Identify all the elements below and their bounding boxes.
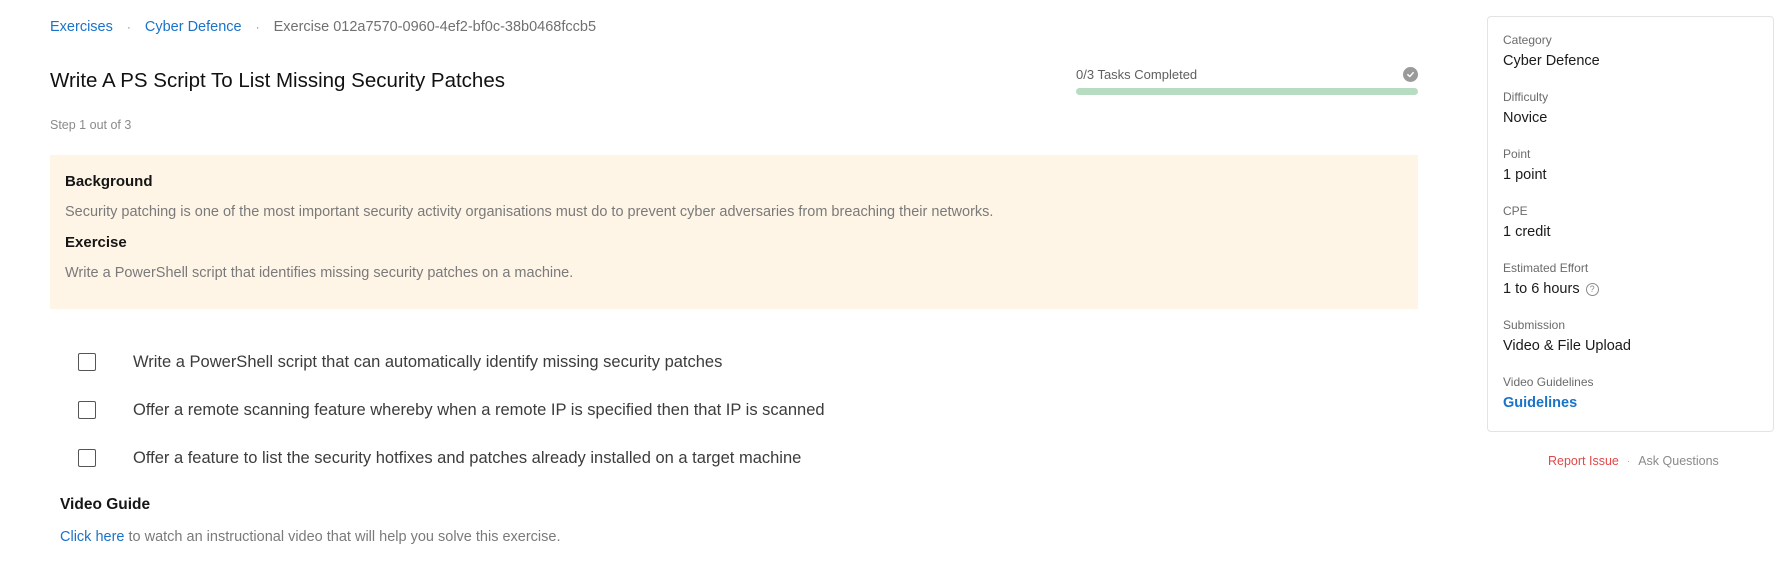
breadcrumb-category-link[interactable]: Cyber Defence: [145, 19, 242, 35]
meta-point: Point 1 point: [1503, 147, 1758, 204]
meta-label: Category: [1503, 33, 1552, 47]
step-label: Step 1 out of 3: [50, 118, 132, 132]
meta-video-guidelines: Video Guidelines Guidelines: [1503, 375, 1758, 432]
exercise-heading: Exercise: [65, 234, 127, 251]
breadcrumb-exercises-link[interactable]: Exercises: [50, 19, 113, 35]
sidebar-footer: Report Issue · Ask Questions: [1548, 454, 1719, 468]
page-title: Write A PS Script To List Missing Securi…: [50, 69, 505, 92]
exercise-details-card: Category Cyber Defence Difficulty Novice…: [1487, 16, 1774, 432]
meta-estimated-effort: Estimated Effort 1 to 6 hours ?: [1503, 261, 1758, 318]
progress-label: 0/3 Tasks Completed: [1076, 67, 1198, 82]
meta-label: Difficulty: [1503, 90, 1549, 104]
meta-value: Novice: [1503, 110, 1548, 126]
background-text: Security patching is one of the most imp…: [65, 204, 994, 220]
meta-value: 1 point: [1503, 167, 1547, 183]
video-guide-text: Click here to watch an instructional vid…: [60, 529, 561, 545]
task-list: Write a PowerShell script that can autom…: [78, 338, 825, 482]
meta-label: Submission: [1503, 318, 1566, 332]
meta-label: Video Guidelines: [1503, 375, 1594, 389]
meta-value: 1 to 6 hours ?: [1503, 281, 1758, 297]
meta-label: Estimated Effort: [1503, 261, 1589, 275]
report-issue-link[interactable]: Report Issue: [1548, 454, 1619, 468]
meta-value: 1 credit: [1503, 224, 1551, 240]
task-label: Offer a feature to list the security hot…: [133, 448, 802, 467]
meta-label: CPE: [1503, 204, 1528, 218]
task-progress: 0/3 Tasks Completed: [1076, 67, 1418, 95]
help-icon[interactable]: ?: [1585, 282, 1599, 296]
task-label: Write a PowerShell script that can autom…: [133, 352, 723, 371]
task-checkbox[interactable]: [78, 449, 96, 467]
task-checkbox[interactable]: [78, 401, 96, 419]
video-guide-link[interactable]: Click here: [60, 529, 124, 545]
meta-category: Category Cyber Defence: [1503, 33, 1758, 90]
task-item: Offer a feature to list the security hot…: [78, 434, 825, 482]
guidelines-link[interactable]: Guidelines: [1503, 395, 1758, 411]
background-heading: Background: [65, 173, 153, 190]
video-guide-description: to watch an instructional video that wil…: [124, 529, 561, 545]
meta-difficulty: Difficulty Novice: [1503, 90, 1758, 147]
exercise-info-panel: Background Security patching is one of t…: [50, 155, 1418, 309]
meta-value: Cyber Defence: [1503, 53, 1600, 69]
effort-value: 1 to 6 hours: [1503, 281, 1580, 297]
task-item: Write a PowerShell script that can autom…: [78, 338, 825, 386]
breadcrumb-separator: ·: [126, 20, 131, 34]
meta-value: Video & File Upload: [1503, 338, 1631, 354]
meta-cpe: CPE 1 credit: [1503, 204, 1758, 261]
progress-bar: [1076, 88, 1418, 95]
video-guide-heading: Video Guide: [60, 496, 151, 513]
breadcrumb: Exercises · Cyber Defence · Exercise 012…: [50, 19, 596, 35]
exercise-text: Write a PowerShell script that identifie…: [65, 265, 574, 281]
ask-questions-link[interactable]: Ask Questions: [1638, 454, 1719, 468]
task-item: Offer a remote scanning feature whereby …: [78, 386, 825, 434]
footer-separator: ·: [1626, 455, 1631, 467]
task-label: Offer a remote scanning feature whereby …: [133, 400, 825, 419]
check-circle-icon: [1403, 67, 1418, 82]
task-checkbox[interactable]: [78, 353, 96, 371]
meta-label: Point: [1503, 147, 1531, 161]
breadcrumb-current: Exercise 012a7570-0960-4ef2-bf0c-38b0468…: [273, 19, 597, 35]
breadcrumb-separator: ·: [255, 20, 260, 34]
meta-submission: Submission Video & File Upload: [1503, 318, 1758, 375]
